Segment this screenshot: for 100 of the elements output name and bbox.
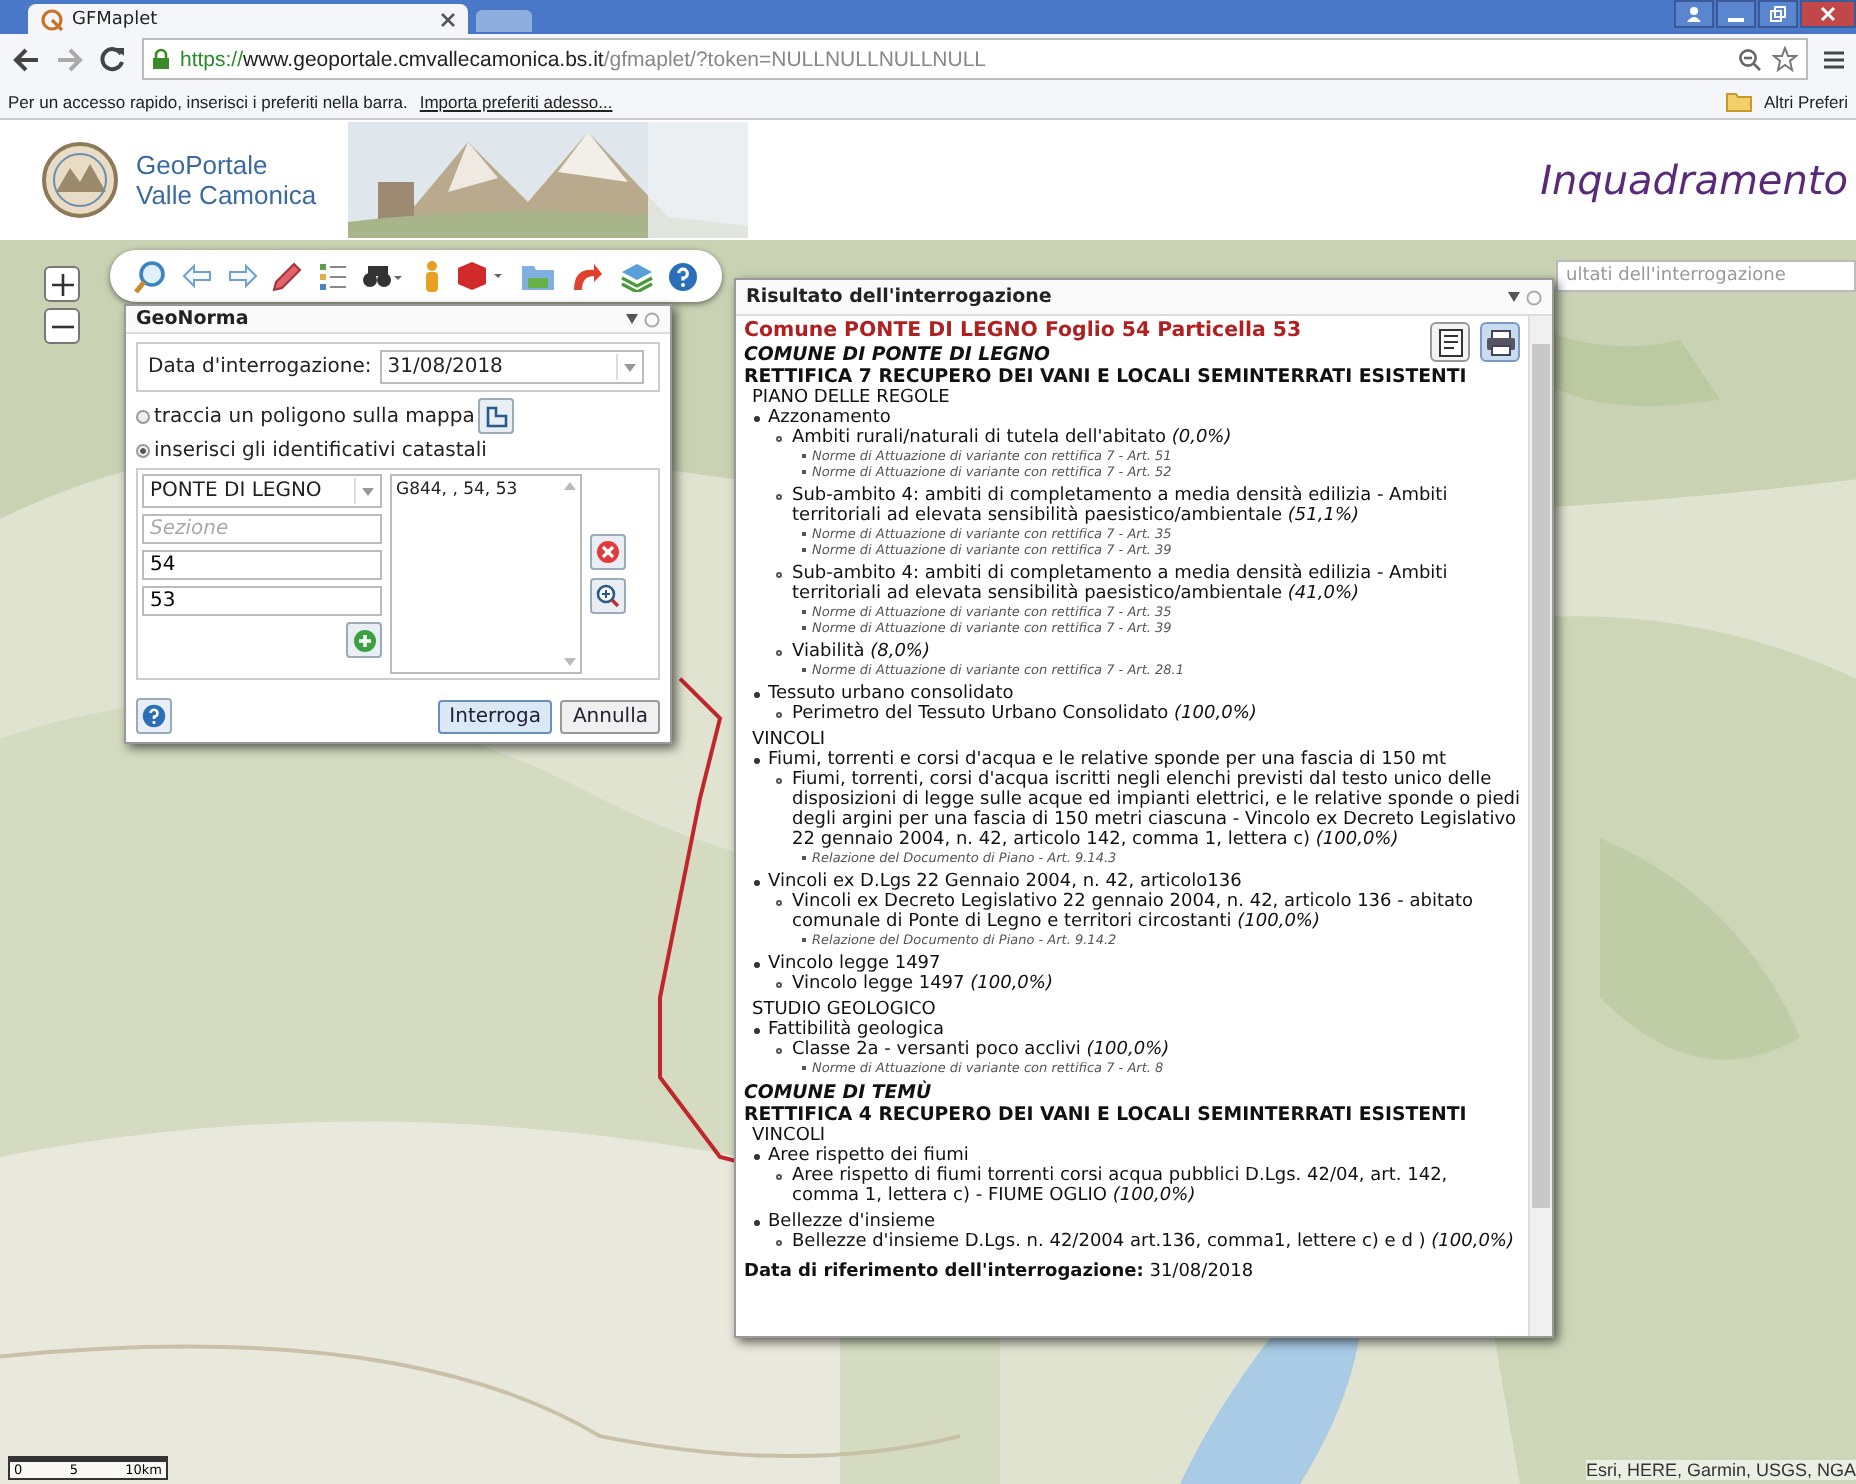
- panel-title: GeoNorma: [136, 308, 251, 330]
- map-attribution: Esri, HERE, Garmin, USGS, NGA: [1585, 1460, 1856, 1480]
- printer-icon: [1485, 329, 1515, 355]
- list-item: Tessuto urbano consolidato: [768, 684, 1014, 704]
- form-button[interactable]: Interroga: [437, 699, 553, 733]
- caret-icon: [623, 363, 636, 371]
- help-icon[interactable]: [668, 261, 699, 291]
- close-icon[interactable]: [440, 11, 456, 27]
- folder-map-icon[interactable]: [519, 261, 556, 291]
- section-heading: PIANO DELLE REGOLE: [750, 388, 952, 408]
- section-heading: VINCOLI: [750, 730, 828, 750]
- panel-title: Risultato dell'interrogazione: [746, 286, 1054, 308]
- curved-arrow-icon[interactable]: [570, 261, 605, 291]
- layers-icon[interactable]: [619, 261, 654, 291]
- parcel-list[interactable]: G844, , 54, 53: [390, 474, 582, 674]
- result-heading: Comune PONTE DI LEGNO Foglio 54 Particella 53: [744, 320, 1304, 344]
- polygon-icon: [484, 405, 509, 427]
- section-heading: VINCOLI: [750, 1126, 828, 1146]
- back-icon[interactable]: [12, 47, 40, 71]
- lock-icon: [152, 48, 170, 70]
- user-button[interactable]: [1674, 0, 1714, 28]
- list-item: Vincoli ex Decreto Legislativo 22 gennaio 2004, n. 42, articolo 136 - abitato comunale di Ponte di Legno e territori circostanti (100,0%): [792, 892, 1474, 932]
- list-item: Bellezze d'insieme: [768, 1212, 936, 1232]
- menu-icon[interactable]: [1824, 49, 1844, 69]
- remove-button[interactable]: [590, 534, 626, 570]
- add-button[interactable]: [346, 622, 382, 658]
- zoom-icon[interactable]: [1738, 47, 1762, 71]
- tab-title: GFMaplet: [72, 9, 160, 29]
- draw-polygon-button[interactable]: [478, 398, 515, 434]
- reload-icon[interactable]: [100, 46, 126, 72]
- list-item: Sub-ambito 4: ambiti di completamento a media densità edilizia - Ambiti territoriali ad elevata sensibilità paesistico/ambientale (41,0%): [792, 564, 1448, 604]
- print-button[interactable]: [1480, 322, 1520, 362]
- list-item: Bellezze d'insieme D.Lgs. n. 42/2004 art.136, comma1, lettere c) e d ) (100,0%): [792, 1232, 1514, 1252]
- legend-icon[interactable]: [317, 261, 348, 291]
- star-icon[interactable]: [1772, 46, 1798, 72]
- close-icon: [1820, 6, 1836, 22]
- comune-combo[interactable]: PONTE DI LEGNO: [142, 474, 382, 508]
- zoom-to-button[interactable]: [590, 578, 626, 614]
- rettifica-title: RETTIFICA 4 RECUPERO DEI VANI E LOCALI SEMINTERRATI ESISTENTI: [744, 1104, 1469, 1126]
- folder-icon: [1725, 91, 1752, 111]
- document-icon: [1437, 327, 1463, 357]
- maplet-logo-icon: [40, 7, 64, 31]
- list-item: Aree rispetto dei fiumi: [768, 1146, 969, 1166]
- logo-icon: [40, 140, 120, 220]
- url-text: https://www.geoportale.cmvallecamonica.bs.it/gfmaplet/?token=NULLNULLNULLNULL: [180, 47, 987, 71]
- maximize-button[interactable]: [1758, 0, 1798, 28]
- list-item: Fiumi, torrenti, corsi d'acqua iscritti negli elenchi previsti dal testo unico delle disposizioni di legge sulle acque ed impianti elettrici, e le relative sponde o piedi degli argini per una fascia di 150 metri ciascuna - Vincolo ex Decreto Legislativo 22 gennaio 2004, n. 42, articolo 142, comma 1, lettera c) (100,0%): [792, 770, 1520, 850]
- pencil-icon[interactable]: [272, 261, 303, 291]
- collapse-icon[interactable]: [626, 314, 638, 324]
- plus-icon: [51, 273, 73, 295]
- list-item: Azzonamento: [768, 408, 891, 428]
- address-field[interactable]: https://www.geoportale.cmvallecamonica.bs.it/gfmaplet/?token=NULLNULLNULLNULL: [142, 38, 1808, 80]
- comune-name: COMUNE DI TEMÙ: [744, 1082, 934, 1104]
- particella-field[interactable]: 53: [142, 586, 382, 616]
- cube-icon[interactable]: [456, 260, 505, 292]
- radio-button[interactable]: [136, 409, 150, 423]
- minimize-button[interactable]: [1716, 0, 1756, 28]
- import-bookmarks-link[interactable]: Importa preferiti adesso...: [419, 91, 613, 111]
- logo-title: GeoPortale: [136, 150, 270, 180]
- export-button[interactable]: [1430, 322, 1470, 362]
- radio-button[interactable]: [136, 444, 150, 458]
- logo-subtitle: Valle Camonica: [136, 180, 317, 210]
- sezione-field[interactable]: Sezione: [142, 514, 382, 544]
- parcel-list-item[interactable]: G844, , 54, 53: [396, 480, 556, 500]
- form-button[interactable]: Annulla: [560, 699, 660, 733]
- radio-label: inserisci gli identificativi catastali: [154, 440, 487, 462]
- foglio-field[interactable]: 54: [142, 550, 382, 580]
- close-button[interactable]: [1800, 0, 1856, 28]
- bookmarks-hint: Per un accesso rapido, inserisci i preferiti nella barra.: [8, 91, 408, 111]
- list-item: Viabilità (8,0%): [792, 642, 930, 662]
- rettifica-title: RETTIFICA 7 RECUPERO DEI VANI E LOCALI SEMINTERRATI ESISTENTI: [744, 366, 1469, 388]
- list-item: Classe 2a - versanti poco acclivi (100,0%): [792, 1040, 1170, 1060]
- other-bookmarks[interactable]: Altri Preferi: [1763, 91, 1848, 111]
- list-item: Aree rispetto di fiumi torrenti corsi acqua pubblici D.Lgs. 42/04, art. 142, comma 1, lettera c) - FIUME OGLIO (100,0%): [792, 1166, 1448, 1206]
- help-icon: [142, 704, 166, 728]
- zoom-icon: [596, 584, 620, 608]
- radio-label: traccia un poligono sulla mappa: [154, 405, 475, 427]
- list-item: Vincolo legge 1497: [768, 954, 941, 974]
- date-label: Data d'interrogazione:: [148, 356, 372, 378]
- forward-arrow-icon[interactable]: [227, 264, 258, 288]
- zoom-in-button[interactable]: [44, 266, 80, 302]
- plus-icon: [353, 629, 375, 651]
- list-item: Perimetro del Tessuto Urbano Consolidato (100,0%): [792, 704, 1257, 724]
- browser-tab[interactable]: GFMaplet: [28, 4, 468, 34]
- list-item: Ambiti rurali/naturali di tutela dell'abitato (0,0%): [792, 428, 1232, 448]
- back-arrow-icon[interactable]: [182, 264, 213, 288]
- section-heading: STUDIO GEOLOGICO: [750, 1000, 938, 1020]
- comune-name: COMUNE DI PONTE DI LEGNO: [744, 344, 1053, 366]
- zoom-out-button[interactable]: [44, 308, 80, 344]
- caret-icon: [362, 487, 374, 495]
- binoculars-icon[interactable]: [362, 262, 407, 290]
- help-button[interactable]: [136, 698, 172, 734]
- date-combo[interactable]: 31/08/2018: [379, 350, 644, 384]
- list-item: Vincolo legge 1497 (100,0%): [792, 974, 1053, 994]
- reference-date: Data di riferimento dell'interrogazione: 31/08/2018: [744, 1262, 1256, 1282]
- list-item: Vincoli ex D.Lgs 22 Gennaio 2004, n. 42, articolo136: [768, 872, 1242, 892]
- collapse-icon[interactable]: [1508, 292, 1520, 302]
- scrollbar-thumb[interactable]: [1532, 344, 1550, 1208]
- search-icon[interactable]: [133, 259, 168, 293]
- restore-icon: [1770, 6, 1786, 22]
